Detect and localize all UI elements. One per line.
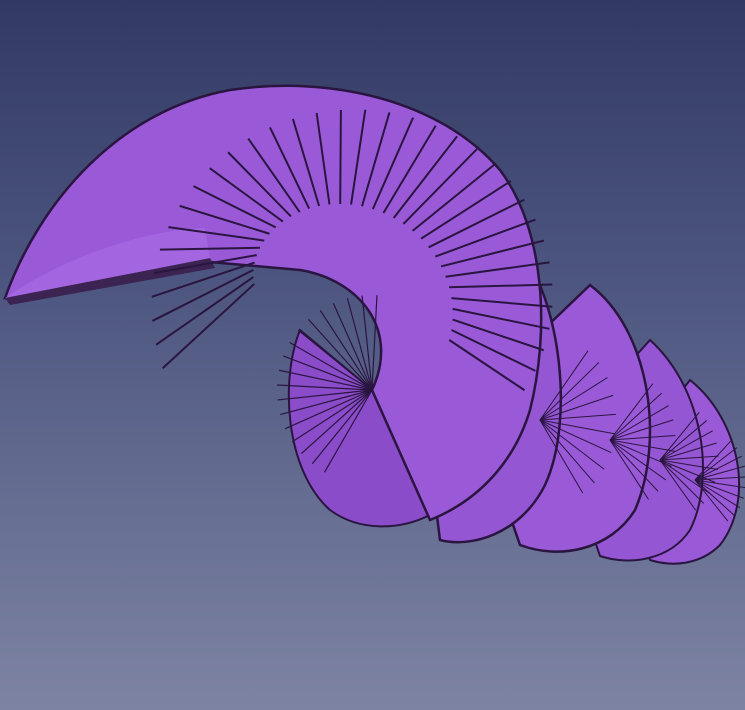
- spiral-main-sweep: [3, 84, 543, 522]
- spiral-model-render[interactable]: [0, 0, 745, 710]
- 3d-viewport[interactable]: [0, 0, 745, 710]
- tread-seam: [161, 283, 255, 369]
- tread-seam: [339, 109, 342, 204]
